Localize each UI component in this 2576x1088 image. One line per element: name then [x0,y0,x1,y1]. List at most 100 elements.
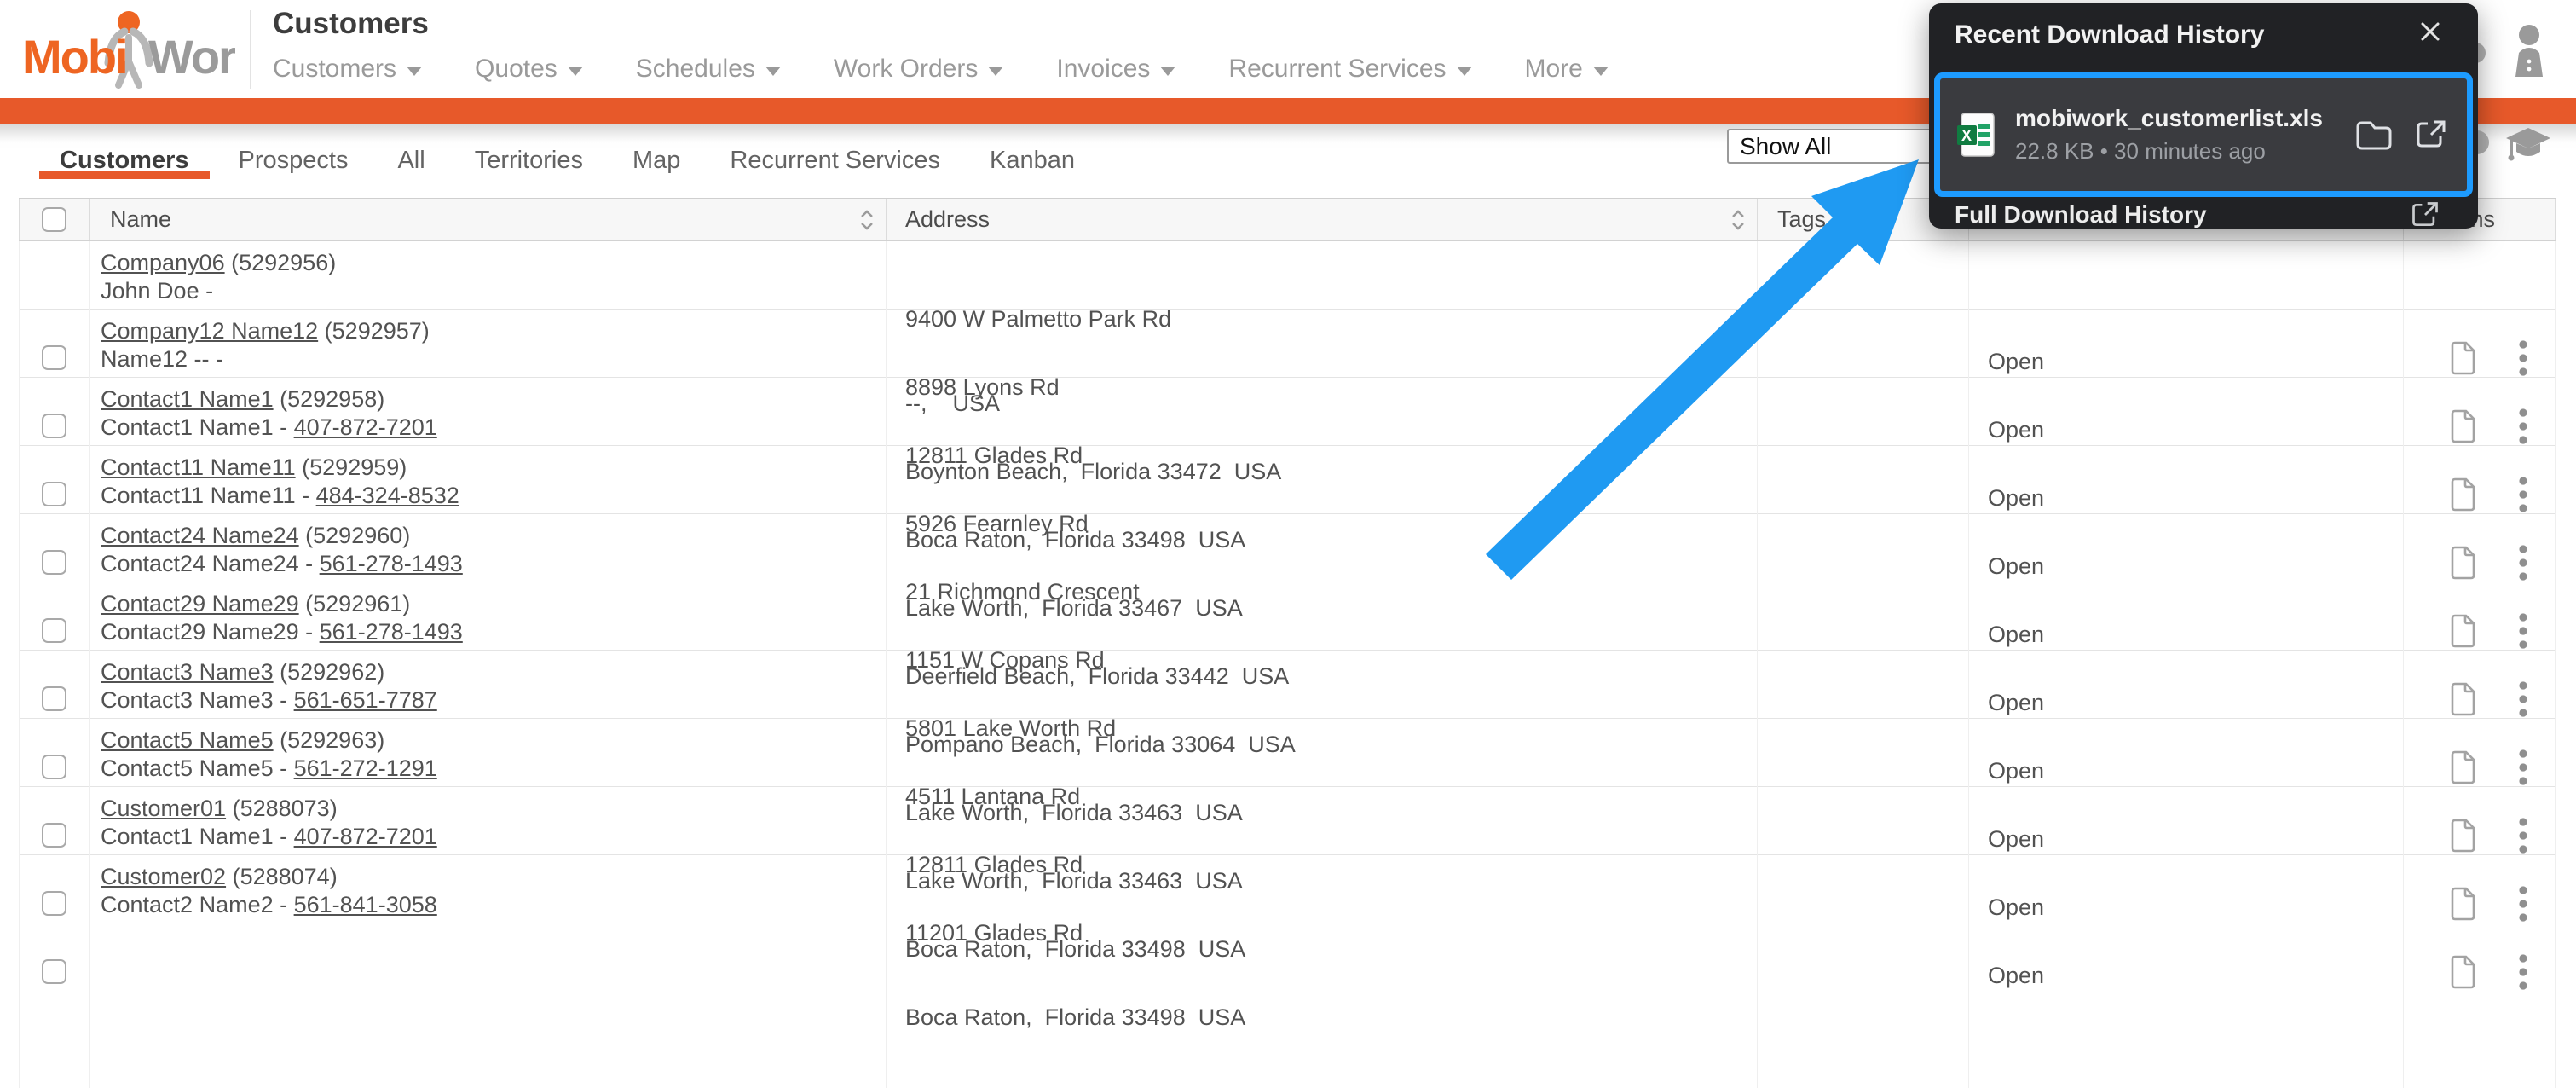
header-name[interactable]: Name [90,199,887,240]
nav-item[interactable]: Recurrent Services [1228,55,1472,84]
phone-link[interactable]: 561-278-1493 [320,551,463,576]
sort-icon[interactable] [860,209,874,231]
phone-link[interactable]: 407-872-7201 [294,824,437,849]
user-avatar-icon[interactable] [2508,24,2550,80]
customer-link[interactable]: Contact11 Name11 [101,454,296,480]
header-address[interactable]: Address [887,199,1758,240]
chevron-down-icon [988,66,1004,76]
tab[interactable]: Territories [454,124,604,198]
row-checkbox[interactable] [42,959,66,984]
tab-label: Customers [60,147,189,174]
mobiwork-logo[interactable]: Mobi Work [22,9,264,90]
table-row: Customer01 (5288073) Contact1 Name1 - 40… [19,787,2556,1020]
contact-name: Contact29 Name29 - [101,619,320,645]
kebab-menu-icon[interactable] [2518,952,2528,992]
phone-link[interactable]: 561-272-1291 [294,755,437,781]
tab[interactable]: Recurrent Services [709,124,961,198]
chevron-down-icon [765,66,781,76]
phone-link[interactable]: 561-278-1493 [320,619,463,645]
select-all-checkbox[interactable] [42,207,66,232]
page-title: Customers [273,7,429,40]
open-link[interactable]: Open [1988,962,2044,990]
row-address-cell: 11201 Glades Rd Boca Raton, Florida 3349… [887,855,1758,1088]
header-address-label: Address [905,206,991,232]
contact-name: Contact24 Name24 - [101,551,320,576]
training-cap-icon[interactable] [2504,124,2552,167]
customer-link[interactable]: Contact29 Name29 [101,591,299,616]
address-line1: 11201 Glades Rd [905,920,1083,946]
excel-file-icon: X [1957,113,1995,157]
document-icon[interactable] [2448,954,2477,990]
divider [250,10,251,89]
tab-label: Kanban [990,147,1076,174]
customer-link[interactable]: Contact5 Name5 [101,727,274,753]
close-icon[interactable] [2415,17,2446,48]
table-body: Company06 (5292956) John Doe - 9400 W Pa… [19,241,2556,1088]
customer-link[interactable]: Company06 [101,250,225,275]
nav-item[interactable]: Customers [273,55,423,84]
nav-item[interactable]: More [1525,55,1609,84]
contact-name: John Doe - [101,278,214,304]
customer-link[interactable]: Customer01 [101,796,226,821]
chevron-down-icon [407,66,423,76]
recent-download-history-popup: Recent Download History X mobiwork_custo… [1929,3,2478,229]
tab-label: Prospects [238,147,349,174]
customer-id: (5292960) [305,523,411,548]
logo-text-mobi: Mobi [22,30,127,84]
tab[interactable]: Kanban [969,124,1095,198]
open-file-icon[interactable] [2414,118,2448,152]
row-tags-cell [1758,855,1969,1088]
customer-id: (5292963) [280,727,385,753]
view-tabs: Customers Prospects All Territories Map … [39,124,1095,198]
nav-item[interactable]: Quotes [475,55,583,84]
customer-link[interactable]: Contact3 Name3 [101,659,274,685]
contact-name: Contact1 Name1 - [101,414,294,440]
chevron-down-icon [567,66,583,76]
phone-link[interactable]: 561-651-7787 [294,687,437,713]
mobiwork-logo-art: Mobi Work [22,11,264,89]
phone-link[interactable]: 561-841-3058 [294,892,437,917]
tab-label: Recurrent Services [730,147,941,174]
tab[interactable]: Customers [39,124,210,198]
customer-id: (5292958) [280,386,385,412]
open-history-icon[interactable] [2410,200,2440,230]
row-actions-cell [2404,855,2556,1088]
download-meta: 22.8 KB • 30 minutes ago [2015,138,2266,164]
table-row: Company12 Name12 (5292957) Name12 -- - 8… [19,310,2556,542]
chevron-down-icon [1592,66,1609,76]
nav-item-label: Recurrent Services [1228,55,1447,83]
customer-link[interactable]: Customer02 [101,864,226,889]
row-open-cell: Open [1969,855,2404,1088]
tab[interactable]: All [377,124,445,198]
logo-text-work: Work [148,30,235,84]
tab[interactable]: Prospects [218,124,369,198]
table-row: Contact1 Name1 (5292958) Contact1 Name1 … [19,378,2556,611]
download-item[interactable]: X mobiwork_customerlist.xls 22.8 KB • 30… [1934,72,2473,197]
table-row: Customer02 (5288074) Contact2 Name2 - 56… [19,855,2556,1088]
nav-item[interactable]: Schedules [636,55,781,84]
table-row: Contact11 Name11 (5292959) Contact11 Nam… [19,446,2556,679]
customer-id: (5292957) [324,318,430,344]
contact-name: Name12 -- - [101,346,224,372]
nav-item[interactable]: Work Orders [834,55,1004,84]
tab[interactable]: Map [612,124,701,198]
phone-link[interactable]: 484-324-8532 [316,483,459,508]
popup-title: Recent Download History [1955,20,2265,49]
nav-item[interactable]: Invoices [1056,55,1176,84]
download-item-text: mobiwork_customerlist.xls 22.8 KB • 30 m… [2015,105,2323,165]
customer-id: (5292956) [231,250,337,275]
nav-item-label: Customers [273,55,397,83]
sort-icon[interactable] [1731,209,1745,231]
show-in-folder-icon[interactable] [2354,119,2392,151]
address-line2: Boca Raton, Florida 33498 USA [905,1004,1246,1030]
chevron-down-icon [1160,66,1176,76]
full-download-history-link[interactable]: Full Download History [1955,201,2207,229]
customer-id: (5292959) [302,454,407,480]
phone-link[interactable]: 407-872-7201 [294,414,437,440]
download-filename: mobiwork_customerlist.xls [2015,105,2324,131]
customer-link[interactable]: Contact1 Name1 [101,386,274,412]
customer-link[interactable]: Company12 Name12 [101,318,318,344]
nav-item-label: More [1524,55,1583,83]
row-name-cell: Customer02 (5288074) Contact2 Name2 - 56… [90,855,887,1088]
customer-link[interactable]: Contact24 Name24 [101,523,299,548]
